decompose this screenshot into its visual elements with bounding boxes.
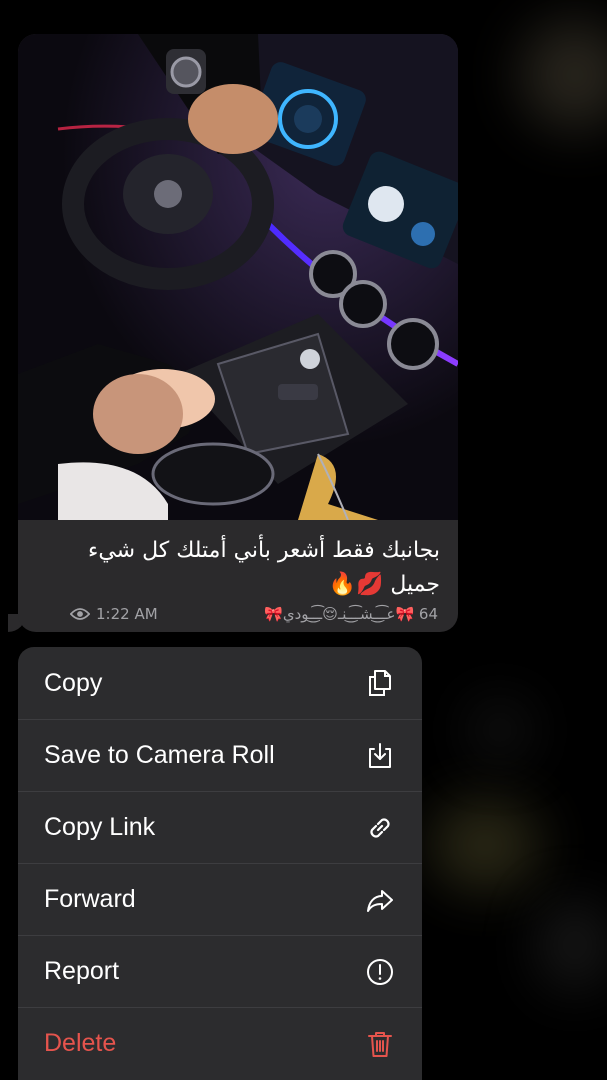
- message-time: 1:22 AM: [96, 605, 158, 623]
- background-blur: [520, 20, 607, 130]
- download-icon: [364, 740, 396, 772]
- menu-item-copy[interactable]: Copy: [18, 647, 422, 719]
- background-blur: [470, 700, 530, 760]
- message-photo[interactable]: [18, 34, 458, 520]
- reaction-summary[interactable]: 64 🎀عـ͡ـ͜ـشـ͡ـ͜ـنـ😌ـ͡ـ͜ـودي🎀: [264, 605, 438, 623]
- background-blur: [430, 800, 540, 890]
- forward-icon: [364, 884, 396, 916]
- message-bubble[interactable]: بجانبك فقط أشعر بأني أمتلك كل شيء جميل 💋…: [18, 34, 458, 632]
- background-blur: [540, 900, 607, 990]
- menu-item-forward[interactable]: Forward: [18, 863, 422, 935]
- link-icon: [364, 812, 396, 844]
- context-menu: Copy Save to Camera Roll Copy Link Forwa…: [18, 647, 422, 1080]
- copy-icon: [364, 667, 396, 699]
- menu-item-report[interactable]: Report: [18, 935, 422, 1007]
- eye-icon: [70, 608, 90, 620]
- menu-item-save-camera-roll[interactable]: Save to Camera Roll: [18, 719, 422, 791]
- message-meta: 1:22 AM 64 🎀عـ͡ـ͜ـشـ͡ـ͜ـنـ😌ـ͡ـ͜ـودي🎀: [70, 603, 438, 625]
- menu-item-delete[interactable]: Delete: [18, 1007, 422, 1079]
- view-count-group: 1:22 AM: [70, 605, 158, 623]
- trash-icon: [364, 1028, 396, 1060]
- menu-item-copy-link[interactable]: Copy Link: [18, 791, 422, 863]
- message-caption: بجانبك فقط أشعر بأني أمتلك كل شيء جميل 💋…: [87, 538, 440, 597]
- report-icon: [364, 956, 396, 988]
